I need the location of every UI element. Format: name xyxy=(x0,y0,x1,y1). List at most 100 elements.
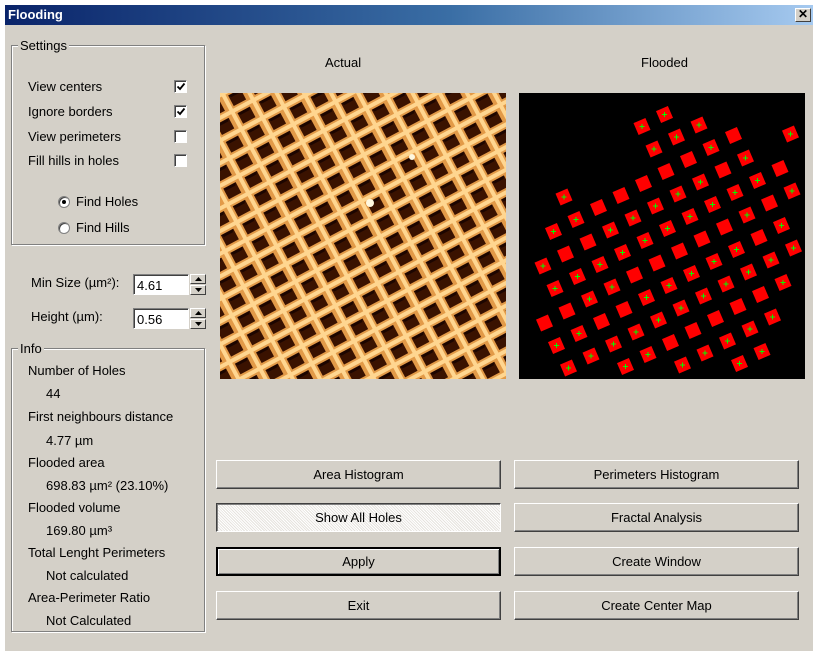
min-size-input[interactable]: 4.61 xyxy=(133,274,189,295)
flooded-hole xyxy=(636,232,654,249)
spin-down-icon[interactable] xyxy=(190,285,206,295)
flooded-hole xyxy=(536,314,553,332)
flooded-hole xyxy=(656,106,673,123)
perimeters-histogram-button[interactable]: Perimeters Histogram xyxy=(514,460,799,489)
close-icon: ✕ xyxy=(797,7,809,21)
find-hills-label: Find Hills xyxy=(76,220,130,235)
fill-hills-checkbox[interactable] xyxy=(174,154,187,167)
flooded-hole xyxy=(546,280,564,297)
actual-afm-image xyxy=(220,93,506,379)
flooded-hole xyxy=(695,287,712,305)
flooded-hole xyxy=(725,127,742,144)
info-value: 44 xyxy=(46,386,61,401)
flooded-hole xyxy=(762,251,780,269)
flooded-hole xyxy=(635,175,652,192)
flooded-hole xyxy=(726,184,744,201)
flooded-hole xyxy=(639,346,657,363)
flooded-hole xyxy=(569,268,586,285)
info-group: Info Number of Holes 44 First neighbours… xyxy=(11,341,205,632)
info-label: Flooded volume xyxy=(28,500,121,515)
view-perimeters-checkbox[interactable] xyxy=(174,130,187,143)
flooded-hole xyxy=(690,116,708,134)
flooding-dialog: Flooding ✕ Settings View centers Ignore … xyxy=(4,4,813,651)
height-spinner[interactable] xyxy=(190,308,206,329)
flooded-hole xyxy=(617,358,634,375)
flooded-image xyxy=(519,93,805,379)
flooded-hole xyxy=(729,298,747,315)
flooded-hole xyxy=(680,151,697,168)
flooded-hole xyxy=(570,325,588,342)
flooded-hole xyxy=(764,308,781,326)
settings-legend: Settings xyxy=(18,38,69,53)
flooded-hole xyxy=(558,302,576,320)
flooded-hole xyxy=(591,256,609,273)
flooded-hole xyxy=(548,337,565,354)
spin-up-icon[interactable] xyxy=(190,308,206,318)
ignore-borders-checkbox[interactable] xyxy=(174,105,187,118)
flooded-hole xyxy=(579,233,597,251)
flooded-hole xyxy=(728,241,745,258)
fractal-analysis-button[interactable]: Fractal Analysis xyxy=(514,503,799,532)
view-centers-checkbox[interactable] xyxy=(174,80,187,93)
exit-button[interactable]: Exit xyxy=(216,591,501,620)
min-size-spinner[interactable] xyxy=(190,274,206,295)
flooded-hole xyxy=(560,359,577,377)
flooded-hole xyxy=(638,289,655,306)
flooded-hole xyxy=(696,344,714,362)
area-histogram-button[interactable]: Area Histogram xyxy=(216,460,501,489)
info-label: Number of Holes xyxy=(28,363,126,378)
flooded-hole xyxy=(704,196,721,213)
apply-button[interactable]: Apply xyxy=(216,547,501,576)
view-centers-label: View centers xyxy=(28,79,103,94)
flooded-hole xyxy=(717,275,735,293)
flooded-hole xyxy=(603,278,621,296)
flooded-hole xyxy=(774,274,792,291)
show-all-holes-button[interactable]: Show All Holes xyxy=(216,503,501,532)
flooded-hole xyxy=(750,229,768,246)
flooded-hole xyxy=(645,140,663,158)
info-label: Flooded area xyxy=(28,455,105,470)
find-holes-radio[interactable] xyxy=(58,196,70,208)
flooded-hole xyxy=(602,221,619,239)
flooded-hole xyxy=(692,173,709,191)
title-bar[interactable]: Flooding ✕ xyxy=(5,5,813,25)
flooded-hole xyxy=(659,220,676,237)
spin-down-icon[interactable] xyxy=(190,319,206,329)
find-hills-radio[interactable] xyxy=(58,222,70,234)
flooded-image-label: Flooded xyxy=(641,55,688,70)
min-size-label: Min Size (µm²): xyxy=(31,275,120,290)
flooded-hole xyxy=(567,211,585,228)
flooded-hole xyxy=(693,230,711,248)
flooded-hole xyxy=(674,356,691,374)
flooded-hole xyxy=(702,139,720,156)
flooded-hole xyxy=(683,265,700,282)
flooded-hole xyxy=(738,206,756,224)
flooded-hole xyxy=(714,161,732,179)
info-value: Not Calculated xyxy=(46,613,132,628)
height-input[interactable]: 0.56 xyxy=(133,308,189,329)
info-value: Not calculated xyxy=(46,568,129,583)
flooded-hole xyxy=(660,277,678,294)
flooded-hole xyxy=(650,311,667,329)
height-label: Height (µm): xyxy=(31,309,103,324)
flooded-hole xyxy=(647,197,664,215)
flooded-hole xyxy=(773,217,790,234)
info-legend: Info xyxy=(18,341,44,356)
flooded-hole xyxy=(707,310,724,327)
flooded-hole xyxy=(741,320,759,338)
create-center-map-button[interactable]: Create Center Map xyxy=(514,591,799,620)
flooded-hole xyxy=(684,322,702,339)
flooded-hole xyxy=(753,343,771,360)
create-window-button[interactable]: Create Window xyxy=(514,547,799,576)
flooded-hole xyxy=(627,323,645,341)
close-button[interactable]: ✕ xyxy=(795,8,811,22)
flooded-hole xyxy=(555,188,573,206)
flooded-hole xyxy=(612,187,630,204)
flooded-hole xyxy=(681,208,699,225)
flooded-hole xyxy=(668,128,685,146)
flooded-hole xyxy=(752,286,769,303)
flooded-hole xyxy=(771,160,789,177)
info-value: 698.83 µm² (23.10%) xyxy=(46,478,169,493)
ignore-borders-label: Ignore borders xyxy=(28,104,113,119)
spin-up-icon[interactable] xyxy=(190,274,206,284)
